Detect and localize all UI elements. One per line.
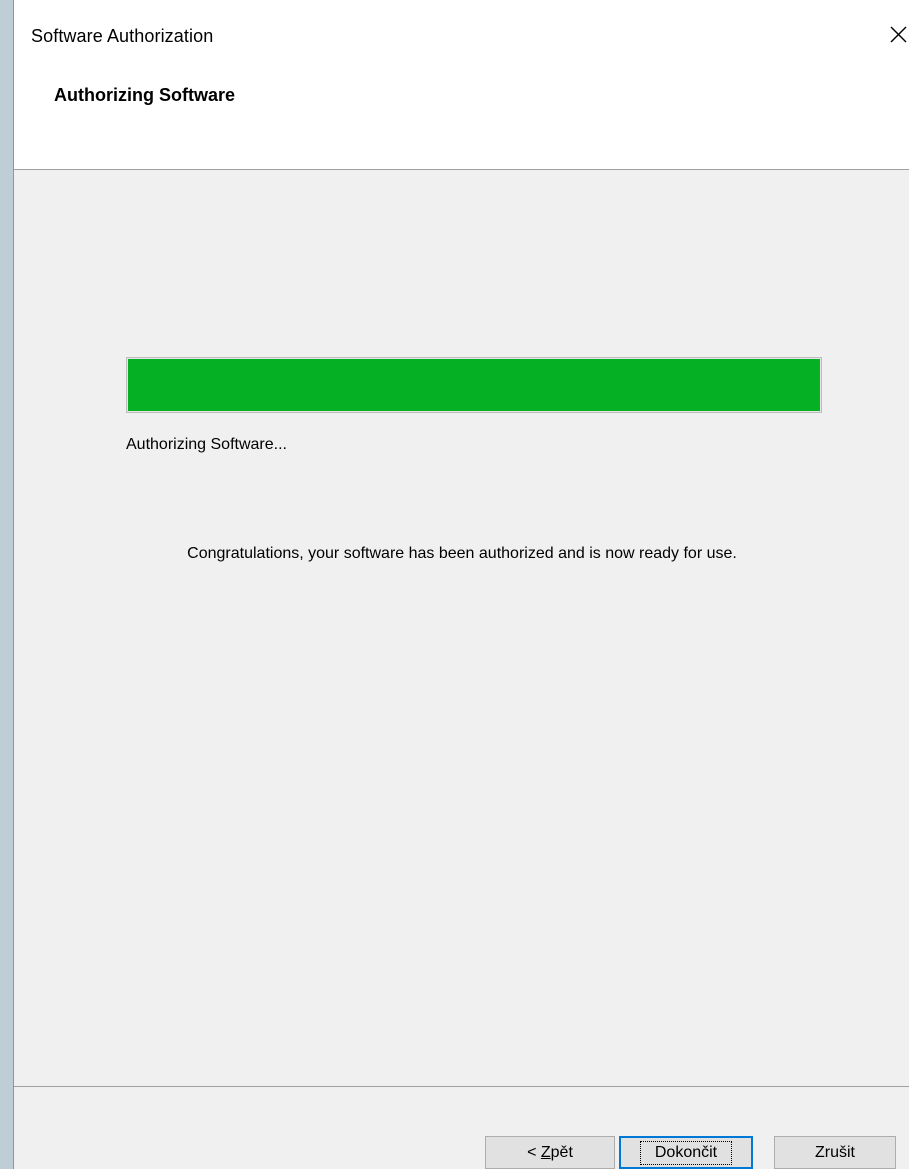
footer-divider (14, 1086, 909, 1087)
back-button-prefix: < (527, 1144, 541, 1161)
back-button-rest: pět (550, 1144, 573, 1161)
header-panel: Authorizing Software (14, 64, 909, 170)
page-title: Authorizing Software (54, 85, 235, 105)
dialog-window: Software Authorization Authorizing Softw… (13, 0, 909, 1169)
cancel-button-label: Zrušit (815, 1144, 855, 1161)
back-button-accelerator: Z (540, 1144, 551, 1161)
close-button[interactable] (886, 16, 909, 52)
window-title: Software Authorization (31, 26, 214, 46)
title-bar: Software Authorization (14, 0, 909, 64)
progress-fill (128, 359, 820, 411)
progress-bar (126, 357, 822, 413)
success-message: Congratulations, your software has been … (187, 545, 737, 562)
cancel-button[interactable]: Zrušit (774, 1136, 896, 1169)
finish-button[interactable]: Dokončit (619, 1136, 753, 1169)
finish-button-label: Dokončit (639, 1141, 733, 1165)
close-icon (890, 26, 907, 43)
progress-status-text: Authorizing Software... (126, 436, 287, 453)
back-button[interactable]: < Zpět (485, 1136, 615, 1169)
